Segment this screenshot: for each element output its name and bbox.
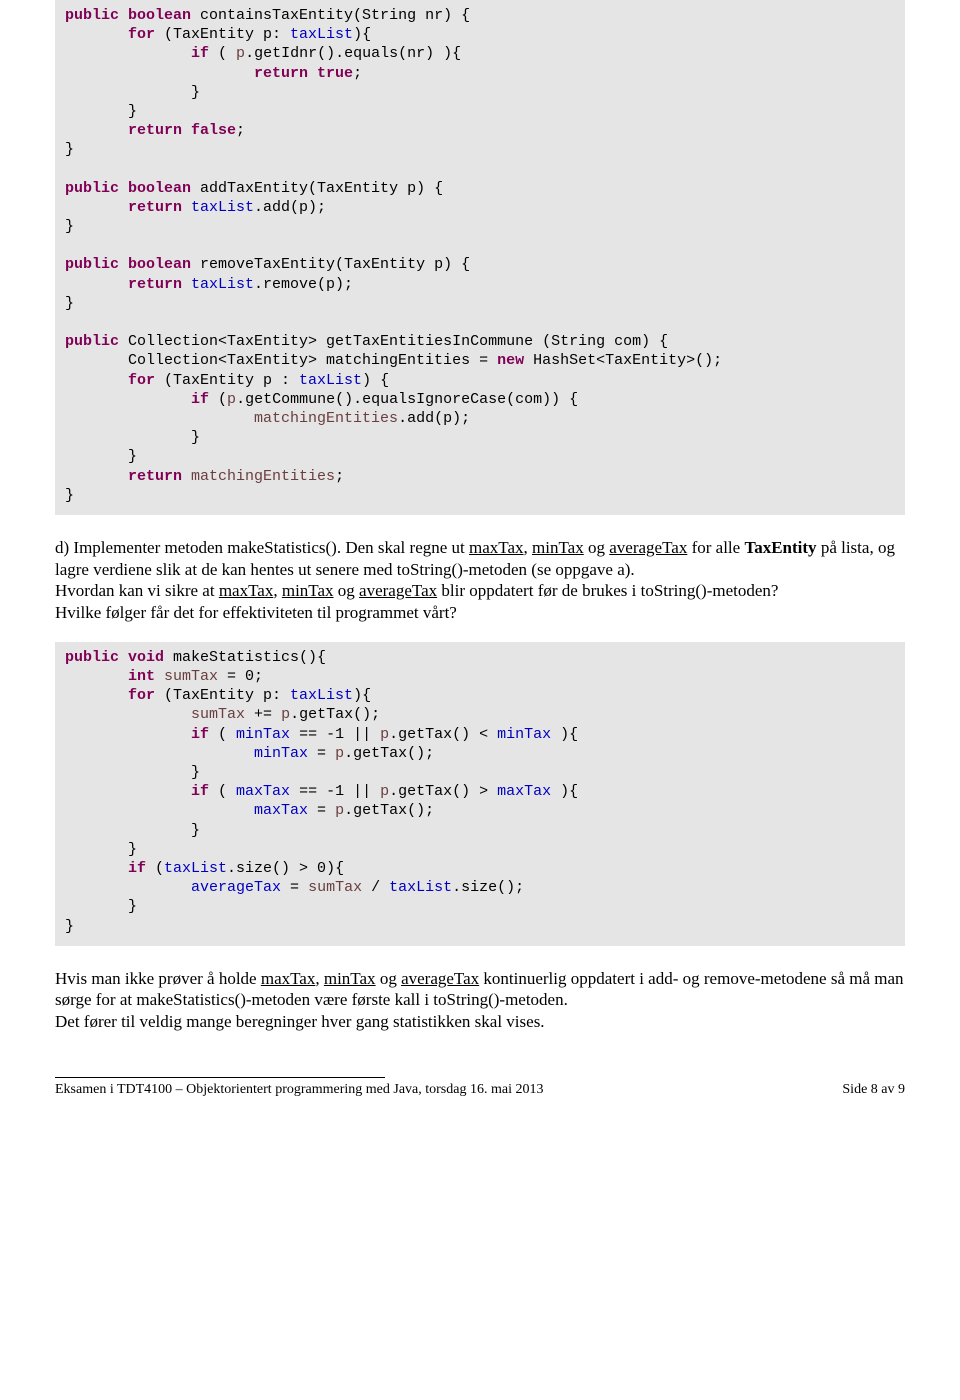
- footer-right-text: Side 8 av 9: [842, 1082, 905, 1098]
- code-block-1: public boolean containsTaxEntity(String …: [55, 0, 905, 515]
- footer-left-text: Eksamen i TDT4100 – Objektorientert prog…: [55, 1082, 543, 1098]
- footer: Eksamen i TDT4100 – Objektorientert prog…: [55, 1077, 905, 1130]
- paragraph-d: d) Implementer metoden makeStatistics().…: [55, 537, 905, 624]
- code-block-2: public void makeStatistics(){ int sumTax…: [55, 642, 905, 946]
- paragraph-bottom: Hvis man ikke prøver å holde maxTax, min…: [55, 968, 905, 1033]
